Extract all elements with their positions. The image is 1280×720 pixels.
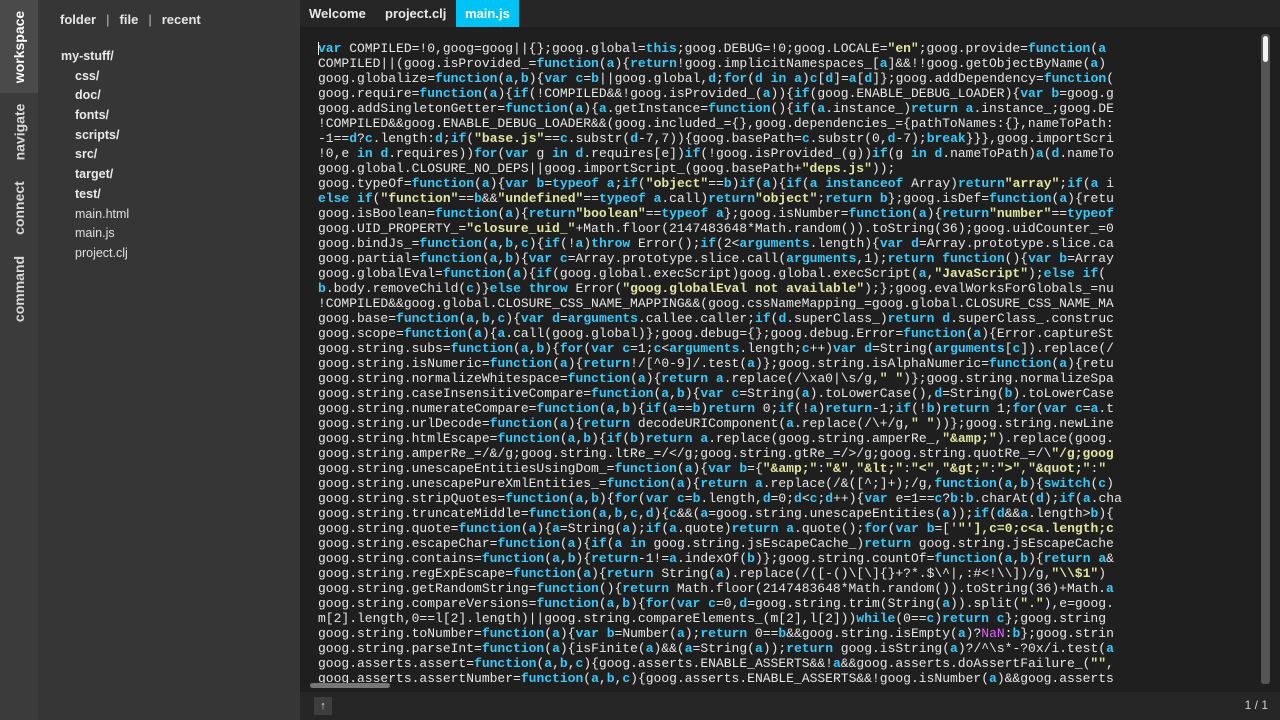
tree-file-item[interactable]: main.html (61, 205, 129, 225)
code-editor: Welcome project.clj main.js var COMPILED=!… (300, 0, 1280, 720)
rail-tab-command[interactable]: command (0, 245, 38, 333)
tree-file-item[interactable]: project.clj (61, 244, 129, 264)
workspace-sidebar: folder | file | recent my-stuff/css/doc/… (38, 0, 300, 720)
code-area[interactable]: var COMPILED=!0,goog=goog||{};goog.globa… (318, 41, 1270, 687)
tree-folder-item[interactable]: scripts/ (61, 126, 129, 146)
sidebar-tab-recent[interactable]: recent (162, 12, 201, 27)
text-cursor (318, 42, 319, 55)
rail-tab-connect-label: connect (11, 181, 27, 235)
horizontal-scrollbar-thumb[interactable] (310, 683, 390, 688)
tree-folder-item[interactable]: my-stuff/ (61, 47, 129, 67)
tree-file-item[interactable]: main.js (61, 224, 129, 244)
rail-tab-connect[interactable]: connect (0, 171, 38, 245)
tree-folder-item[interactable]: src/ (61, 145, 129, 165)
tab-separator: | (106, 12, 110, 27)
code-content: var COMPILED=!0,goog=goog||{};goog.globa… (318, 41, 1122, 686)
tree-folder-item[interactable]: fonts/ (61, 106, 129, 126)
editor-tab-bar: Welcome project.clj main.js (300, 0, 1280, 27)
tree-folder-item[interactable]: css/ (61, 67, 129, 87)
rail-tab-navigate-label: navigate (11, 103, 27, 161)
status-bar: ↑ 1 / 1 (300, 692, 1280, 720)
vertical-scrollbar[interactable] (1261, 34, 1270, 684)
sidebar-tab-folder[interactable]: folder (60, 12, 96, 27)
tree-folder-item[interactable]: doc/ (61, 86, 129, 106)
vertical-tab-rail: workspace navigate connect command (0, 0, 38, 720)
editor-tab[interactable]: project.clj (376, 0, 455, 27)
rail-tab-navigate[interactable]: navigate (0, 93, 38, 171)
tree-folder-item[interactable]: test/ (61, 185, 129, 205)
sidebar-tabs: folder | file | recent (60, 12, 201, 27)
rail-tab-workspace-label: workspace (11, 10, 27, 83)
up-arrow-icon[interactable]: ↑ (314, 697, 332, 715)
sidebar-tab-file[interactable]: file (120, 12, 139, 27)
file-tree: my-stuff/css/doc/fonts/scripts/src/targe… (61, 47, 129, 264)
tree-folder-item[interactable]: target/ (61, 165, 129, 185)
page-indicator: 1 / 1 (1244, 698, 1268, 712)
rail-tab-command-label: command (11, 255, 27, 323)
rail-tab-workspace[interactable]: workspace (0, 0, 38, 93)
editor-tab[interactable]: Welcome (300, 0, 375, 27)
tab-separator: | (148, 12, 152, 27)
vertical-scrollbar-thumb[interactable] (1263, 36, 1268, 62)
editor-tab[interactable]: main.js (456, 0, 519, 27)
